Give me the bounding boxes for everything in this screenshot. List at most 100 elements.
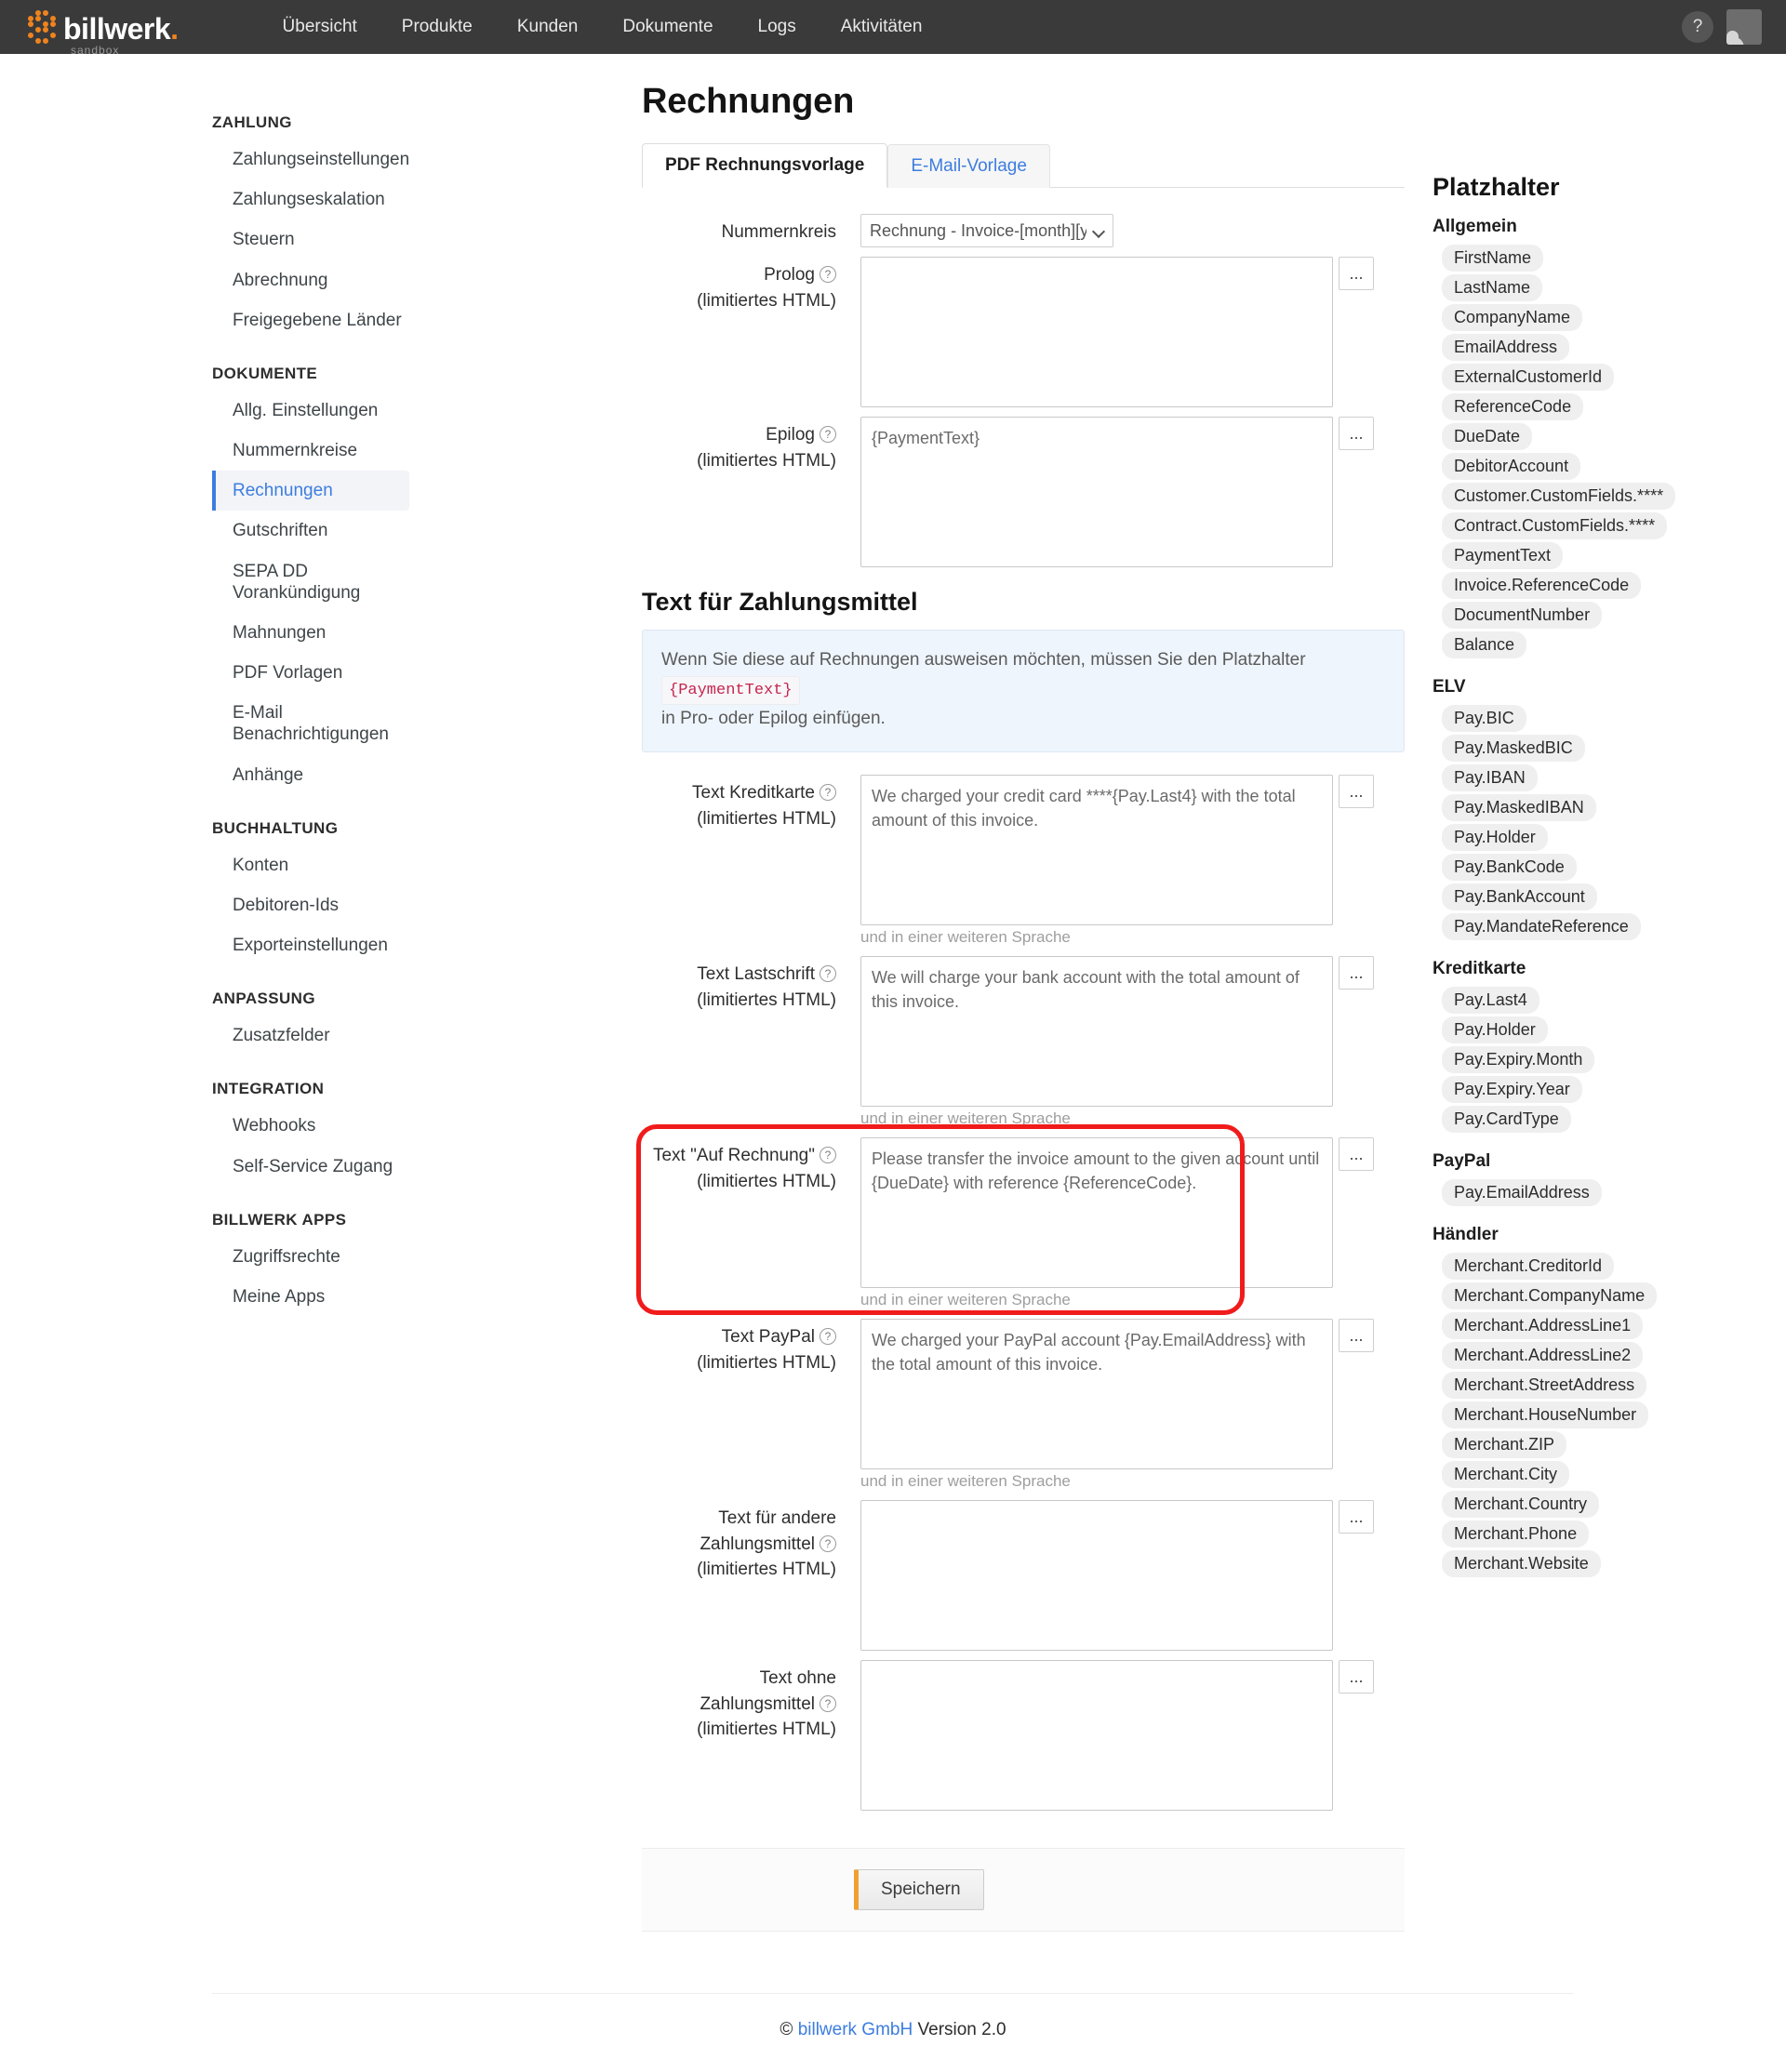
- text-kreditkarte-more-button[interactable]: ...: [1339, 775, 1374, 809]
- footer-company-link[interactable]: billwerk GmbH: [798, 2020, 913, 2039]
- nav-link-produkte[interactable]: Produkte: [380, 9, 495, 45]
- nav-link-logs[interactable]: Logs: [736, 9, 819, 45]
- text-für-andere-zahlungsmittel-textarea[interactable]: [860, 1500, 1333, 1652]
- placeholder-chip[interactable]: Pay.Expiry.Year: [1442, 1076, 1582, 1103]
- brand-logo[interactable]: billwerk. sandbox: [28, 10, 179, 57]
- sidebar-item-zahlungseinstellungen[interactable]: Zahlungseinstellungen: [212, 139, 409, 179]
- placeholder-chip[interactable]: PaymentText: [1442, 542, 1564, 569]
- text-ohne-zahlungsmittel-textarea[interactable]: [860, 1660, 1333, 1812]
- nummernkreis-select[interactable]: Rechnung - Invoice-[month][year]-: [860, 214, 1113, 247]
- text-lastschrift-more-button[interactable]: ...: [1339, 956, 1374, 990]
- sidebar-item-exporteinstellungen[interactable]: Exporteinstellungen: [212, 925, 409, 965]
- sidebar-item-freigegebene-länder[interactable]: Freigegebene Länder: [212, 300, 409, 340]
- help-icon[interactable]: ?: [820, 1534, 836, 1552]
- nav-link-aktivitaeten[interactable]: Aktivitäten: [819, 9, 945, 45]
- sidebar-item-rechnungen[interactable]: Rechnungen: [212, 471, 409, 511]
- placeholder-chip[interactable]: Invoice.ReferenceCode: [1442, 572, 1642, 599]
- tab-email-vorlage[interactable]: E-Mail-Vorlage: [887, 144, 1050, 188]
- second-language-hint[interactable]: und in einer weiteren Sprache: [860, 1291, 1333, 1309]
- placeholder-chip[interactable]: Pay.Holder: [1442, 824, 1548, 851]
- sidebar-item-zugriffsrechte[interactable]: Zugriffsrechte: [212, 1237, 409, 1277]
- placeholder-chip[interactable]: Pay.IBAN: [1442, 764, 1538, 791]
- avatar[interactable]: [1726, 9, 1762, 45]
- sidebar-item-sepa-dd-vorankündigung[interactable]: SEPA DD Vorankündigung: [212, 551, 409, 613]
- sidebar-item-self-service-zugang[interactable]: Self-Service Zugang: [212, 1147, 409, 1187]
- placeholder-chip[interactable]: Pay.MaskedBIC: [1442, 735, 1585, 762]
- placeholder-chip[interactable]: DocumentNumber: [1442, 602, 1603, 629]
- help-icon[interactable]: ?: [820, 426, 836, 443]
- text-paypal-textarea[interactable]: [860, 1319, 1333, 1470]
- placeholder-chip[interactable]: Pay.EmailAddress: [1442, 1179, 1602, 1206]
- placeholder-chip[interactable]: ReferenceCode: [1442, 393, 1584, 420]
- second-language-hint[interactable]: und in einer weiteren Sprache: [860, 1109, 1333, 1128]
- sidebar-item-gutschriften[interactable]: Gutschriften: [212, 511, 409, 551]
- sidebar-item-webhooks[interactable]: Webhooks: [212, 1106, 409, 1146]
- placeholder-chip[interactable]: Contract.CustomFields.****: [1442, 512, 1668, 539]
- nav-link-kunden[interactable]: Kunden: [495, 9, 601, 45]
- help-icon[interactable]: ?: [820, 1147, 836, 1164]
- placeholder-chip[interactable]: Merchant.Phone: [1442, 1521, 1590, 1547]
- sidebar-item-nummernkreise[interactable]: Nummernkreise: [212, 431, 409, 471]
- placeholder-chip[interactable]: Pay.Holder: [1442, 1016, 1548, 1043]
- text-auf-rechnung-more-button[interactable]: ...: [1339, 1137, 1374, 1172]
- placeholder-chip[interactable]: FirstName: [1442, 245, 1544, 272]
- placeholder-chip[interactable]: Pay.BankAccount: [1442, 883, 1597, 910]
- placeholder-chip[interactable]: Pay.MandateReference: [1442, 913, 1641, 940]
- epilog-textarea[interactable]: [860, 417, 1333, 567]
- text-ohne-zahlungsmittel-more-button[interactable]: ...: [1339, 1660, 1374, 1694]
- sidebar-item-allg-einstellungen[interactable]: Allg. Einstellungen: [212, 391, 409, 431]
- sidebar-item-e-mail-benachrichtigungen[interactable]: E-Mail Benachrichtigungen: [212, 693, 409, 754]
- help-icon[interactable]: ?: [820, 965, 836, 983]
- prolog-textarea[interactable]: [860, 257, 1333, 407]
- text-lastschrift-textarea[interactable]: [860, 956, 1333, 1108]
- help-icon[interactable]: ?: [820, 266, 836, 283]
- placeholder-chip[interactable]: Customer.CustomFields.****: [1442, 483, 1676, 510]
- help-icon[interactable]: ?: [1682, 11, 1713, 43]
- tab-pdf-rechnungsvorlage[interactable]: PDF Rechnungsvorlage: [642, 143, 888, 188]
- placeholder-chip[interactable]: Balance: [1442, 631, 1527, 658]
- placeholder-chip[interactable]: Merchant.StreetAddress: [1442, 1372, 1647, 1399]
- placeholder-chip[interactable]: LastName: [1442, 274, 1543, 301]
- placeholder-chip[interactable]: CompanyName: [1442, 304, 1583, 331]
- help-icon[interactable]: ?: [820, 1694, 836, 1712]
- placeholder-chip[interactable]: Pay.Expiry.Month: [1442, 1046, 1595, 1073]
- sidebar-item-abrechnung[interactable]: Abrechnung: [212, 260, 409, 300]
- placeholder-chip[interactable]: Pay.CardType: [1442, 1106, 1571, 1133]
- help-icon[interactable]: ?: [820, 784, 836, 802]
- placeholder-chip[interactable]: ExternalCustomerId: [1442, 364, 1615, 391]
- text-für-andere-zahlungsmittel-more-button[interactable]: ...: [1339, 1500, 1374, 1534]
- sidebar-item-pdf-vorlagen[interactable]: PDF Vorlagen: [212, 653, 409, 693]
- nav-link-dokumente[interactable]: Dokumente: [600, 9, 735, 45]
- placeholder-chip[interactable]: Merchant.ZIP: [1442, 1431, 1567, 1458]
- placeholder-chip[interactable]: EmailAddress: [1442, 334, 1570, 361]
- placeholder-chip[interactable]: Merchant.AddressLine1: [1442, 1312, 1644, 1339]
- sidebar-item-anhänge[interactable]: Anhänge: [212, 755, 409, 795]
- text-kreditkarte-textarea[interactable]: [860, 775, 1333, 926]
- placeholder-chip[interactable]: Merchant.CompanyName: [1442, 1282, 1658, 1309]
- placeholder-chip[interactable]: DebitorAccount: [1442, 453, 1581, 480]
- placeholder-chip[interactable]: Pay.BankCode: [1442, 854, 1577, 881]
- placeholder-chip[interactable]: DueDate: [1442, 423, 1533, 450]
- text-auf-rechnung-textarea[interactable]: [860, 1137, 1333, 1289]
- placeholder-chip[interactable]: Pay.BIC: [1442, 705, 1526, 732]
- epilog-more-button[interactable]: ...: [1339, 417, 1374, 450]
- sidebar-item-zusatzfelder[interactable]: Zusatzfelder: [212, 1016, 409, 1056]
- second-language-hint[interactable]: und in einer weiteren Sprache: [860, 928, 1333, 947]
- sidebar-item-mahnungen[interactable]: Mahnungen: [212, 613, 409, 653]
- prolog-more-button[interactable]: ...: [1339, 257, 1374, 290]
- sidebar-item-meine-apps[interactable]: Meine Apps: [212, 1277, 409, 1317]
- sidebar-item-konten[interactable]: Konten: [212, 845, 409, 885]
- placeholder-chip[interactable]: Merchant.Country: [1442, 1491, 1600, 1518]
- second-language-hint[interactable]: und in einer weiteren Sprache: [860, 1472, 1333, 1491]
- placeholder-chip[interactable]: Merchant.City: [1442, 1461, 1570, 1488]
- placeholder-chip[interactable]: Merchant.Website: [1442, 1550, 1601, 1577]
- placeholder-chip[interactable]: Merchant.CreditorId: [1442, 1253, 1615, 1280]
- placeholder-chip[interactable]: Merchant.HouseNumber: [1442, 1401, 1649, 1428]
- sidebar-item-zahlungseskalation[interactable]: Zahlungseskalation: [212, 179, 409, 219]
- text-paypal-more-button[interactable]: ...: [1339, 1319, 1374, 1353]
- sidebar-item-steuern[interactable]: Steuern: [212, 219, 409, 259]
- placeholder-chip[interactable]: Pay.Last4: [1442, 987, 1539, 1014]
- save-button[interactable]: Speichern: [854, 1869, 984, 1911]
- help-icon[interactable]: ?: [820, 1328, 836, 1346]
- sidebar-item-debitoren-ids[interactable]: Debitoren-Ids: [212, 885, 409, 925]
